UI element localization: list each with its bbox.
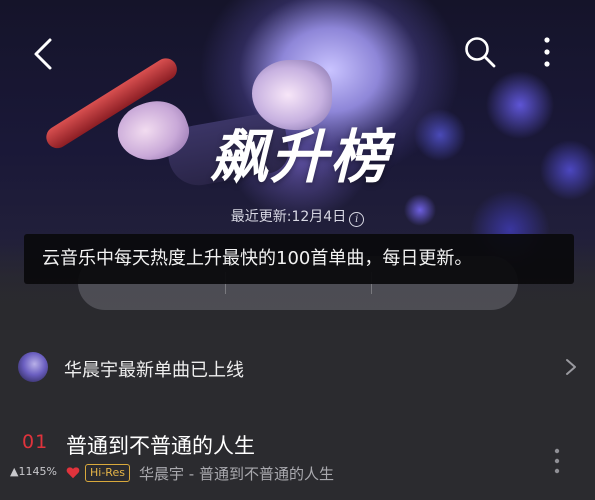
more-icon[interactable] <box>534 34 560 70</box>
search-icon[interactable] <box>462 34 498 70</box>
playlist-content: 华晨宇最新单曲已上线 01 ▲1145% 普通到不普通的人生 Hi-Res 华晨… <box>0 330 595 500</box>
info-icon[interactable]: i <box>349 212 365 227</box>
update-date: 最近更新:12月4日 <box>230 209 347 225</box>
song-artist-album: 华晨宇 - 普通到不普通的人生 <box>139 465 334 483</box>
artist-avatar <box>18 352 48 382</box>
hires-badge: Hi-Res <box>85 464 130 482</box>
heart-icon[interactable] <box>66 466 80 479</box>
artist-promo-row[interactable]: 华晨宇最新单曲已上线 <box>0 330 595 404</box>
chevron-right-icon <box>566 359 576 375</box>
back-icon[interactable] <box>28 34 58 74</box>
song-more-icon[interactable] <box>550 446 564 476</box>
rank-trend: ▲1145% <box>10 465 57 478</box>
playlist-title: 飙升榜 <box>209 123 390 191</box>
song-row[interactable]: 01 ▲1145% 普通到不普通的人生 Hi-Res 华晨宇 - 普通到不普通的… <box>0 410 595 500</box>
song-rank: 01 <box>22 431 49 453</box>
song-title: 普通到不普通的人生 <box>66 434 255 458</box>
promo-text: 华晨宇最新单曲已上线 <box>64 360 244 381</box>
update-info[interactable]: 最近更新:12月4日 i <box>160 206 435 227</box>
description-tooltip: 云音乐中每天热度上升最快的100首单曲，每日更新。 <box>24 234 574 284</box>
